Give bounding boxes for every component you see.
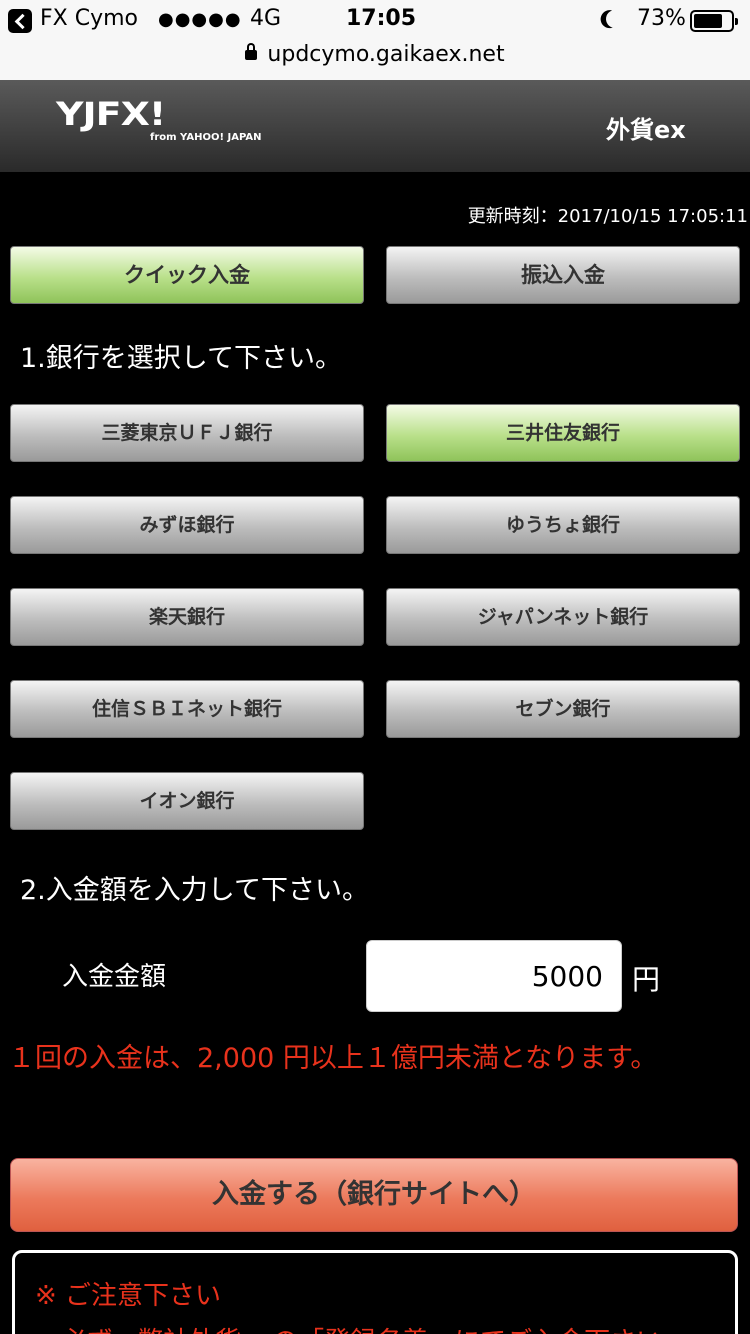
deposit-limit-notice: １回の入金は、2,000 円以上１億円未満となります。 — [8, 1043, 658, 1074]
step1-title: 1.銀行を選択して下さい。 — [20, 343, 342, 374]
amount-label: 入金金額 — [62, 962, 167, 992]
yjfx-logo-sub: from YAHOO! JAPAN — [150, 132, 262, 143]
bank-button-smbc[interactable]: 三井住友銀行 — [386, 404, 740, 462]
bank-button-rakuten[interactable]: 楽天銀行 — [10, 588, 364, 646]
back-arrow-icon[interactable] — [8, 9, 32, 33]
submit-deposit-button[interactable]: 入金する（銀行サイトへ） — [10, 1158, 738, 1232]
bank-button-seven[interactable]: セブン銀行 — [386, 680, 740, 738]
status-time: 17:05 — [346, 6, 417, 31]
bank-button-mufg[interactable]: 三菱東京ＵＦＪ銀行 — [10, 404, 364, 462]
caution-box: ※ ご注意下さい ・必ず、弊社外貨exの「登録名義」にてご入金下さい。 — [12, 1250, 738, 1334]
battery-icon — [690, 10, 738, 32]
bank-button-sbi[interactable]: 住信ＳＢＩネット銀行 — [10, 680, 364, 738]
address-bar[interactable]: updcymo.gaikaex.net — [0, 42, 750, 67]
caution-title: ※ ご注意下さい — [35, 1281, 222, 1311]
bank-button-japannet[interactable]: ジャパンネット銀行 — [386, 588, 740, 646]
bank-button-aeon[interactable]: イオン銀行 — [10, 772, 364, 830]
battery-percent: 73% — [637, 6, 686, 31]
amount-unit: 円 — [632, 963, 661, 996]
bank-button-yucho[interactable]: ゆうちょ銀行 — [386, 496, 740, 554]
signal-strength-icon: ●●●●● — [158, 9, 242, 30]
amount-input[interactable] — [366, 940, 622, 1012]
status-bar: FX Cymo ●●●●● 4G 17:05 73% updcymo.gaika… — [0, 0, 750, 80]
update-timestamp: 更新時刻：2017/10/15 17:05:11 — [467, 206, 748, 227]
gaika-ex-logo: 外貨ex — [606, 116, 686, 144]
caution-text: ・必ず、弊社外貨exの「登録名義」にてご入金下さい。 — [35, 1321, 725, 1334]
do-not-disturb-icon — [603, 7, 626, 30]
network-type: 4G — [250, 6, 282, 31]
site-header: YJFX! from YAHOO! JAPAN 外貨ex — [0, 80, 750, 172]
url-text: updcymo.gaikaex.net — [267, 42, 505, 67]
tab-quick-deposit[interactable]: クイック入金 — [10, 246, 364, 304]
yjfx-logo: YJFX! — [56, 95, 166, 133]
tab-transfer-deposit[interactable]: 振込入金 — [386, 246, 740, 304]
step2-title: 2.入金額を入力して下さい。 — [20, 875, 369, 906]
back-app-name[interactable]: FX Cymo — [40, 6, 138, 31]
bank-button-mizuho[interactable]: みずほ銀行 — [10, 496, 364, 554]
lock-icon — [245, 43, 258, 60]
